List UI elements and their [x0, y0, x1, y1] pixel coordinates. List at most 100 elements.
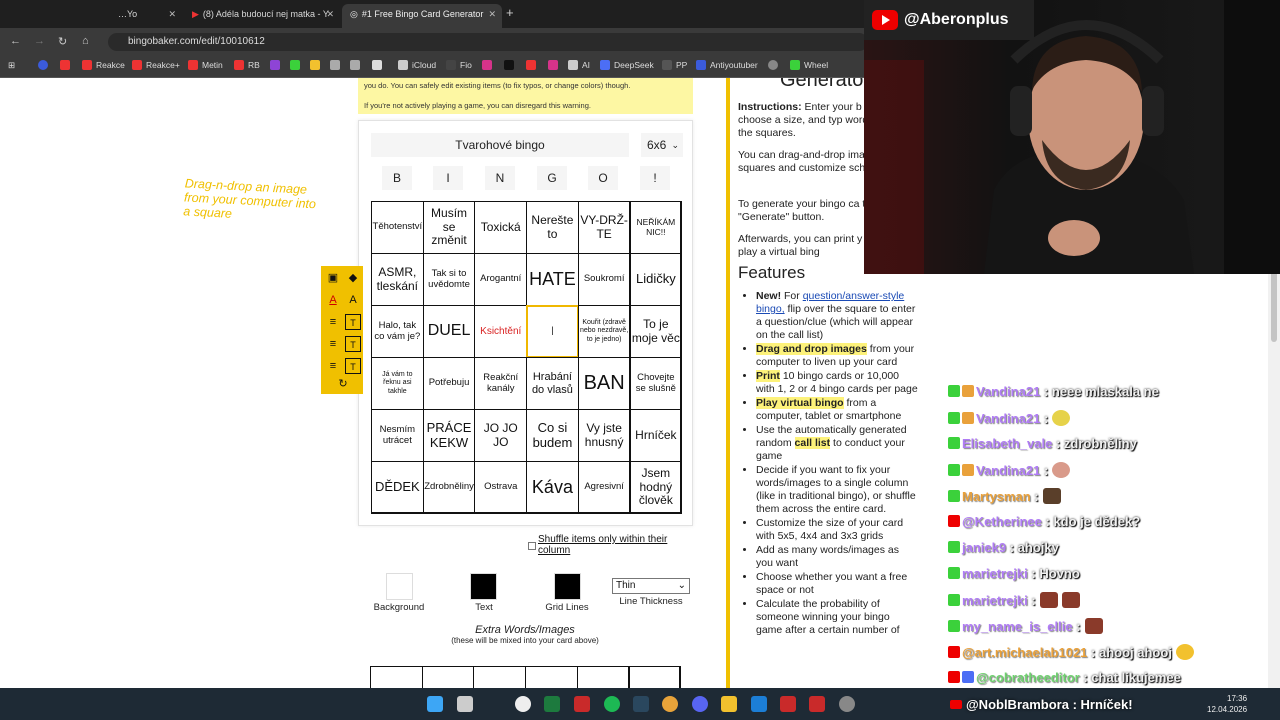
bingo-cell[interactable]: NEŘÍKÁM NIC!!: [629, 201, 683, 254]
bingo-cell[interactable]: ASMR, tleskání: [371, 253, 424, 306]
align-left-icon[interactable]: ≡: [325, 314, 341, 330]
app-icon[interactable]: [780, 696, 796, 712]
bookmark-other-3[interactable]: [372, 60, 386, 70]
align-center-icon[interactable]: ≡: [325, 336, 341, 352]
header-exclaim[interactable]: !: [640, 166, 670, 190]
bingo-cell[interactable]: Potřebuju: [422, 357, 476, 410]
header-g[interactable]: G: [537, 166, 567, 190]
back-icon[interactable]: ←: [10, 35, 21, 47]
bingo-cell[interactable]: HATE: [526, 253, 579, 306]
text-size-large-icon[interactable]: T: [345, 314, 361, 330]
bingo-cell[interactable]: |: [526, 305, 579, 358]
bingo-cell[interactable]: Halo, tak co vám je?: [371, 305, 424, 358]
close-icon[interactable]: ✕: [326, 4, 334, 24]
bookmark-kick[interactable]: [290, 60, 304, 70]
text-size-medium-icon[interactable]: T: [345, 336, 361, 352]
background-color-swatch[interactable]: [386, 573, 413, 600]
shuffle-option[interactable]: Shuffle items only within their column: [528, 534, 700, 556]
bookmark-tiktok[interactable]: [504, 60, 518, 70]
bingo-cell[interactable]: Nesmím utrácet: [371, 409, 424, 462]
bingo-cell[interactable]: Arogantní: [474, 253, 528, 306]
grid-lines-color-swatch[interactable]: [554, 573, 581, 600]
bookmark-instagram[interactable]: [482, 60, 496, 70]
text-color-icon[interactable]: A: [325, 292, 341, 308]
bingo-cell[interactable]: Lidičky: [629, 253, 683, 306]
app-icon[interactable]: [809, 696, 825, 712]
header-o[interactable]: O: [588, 166, 618, 190]
bingo-cell[interactable]: Hrabání do vlasů: [526, 357, 579, 410]
bookmark-icloud[interactable]: iCloud: [398, 60, 436, 70]
fill-color-icon[interactable]: ◆: [345, 270, 361, 286]
shuffle-checkbox[interactable]: [528, 542, 536, 550]
bingo-cell[interactable]: To je moje věc: [629, 305, 683, 358]
bingo-cell[interactable]: BAN: [577, 357, 631, 410]
align-right-icon[interactable]: ≡: [325, 358, 341, 374]
bookmark-twitch[interactable]: [270, 60, 284, 70]
bingo-cell[interactable]: Kouřit (zdravě nebo nezdravě, to je jedn…: [577, 305, 631, 358]
refresh-icon[interactable]: ↻: [335, 376, 351, 392]
bingo-cell[interactable]: Já vám to řeknu asi takhle: [371, 357, 424, 410]
bookmark-drive[interactable]: [310, 60, 324, 70]
bookmark-other-5[interactable]: [548, 60, 562, 70]
bookmark-reakce-plus[interactable]: Reakce+: [132, 60, 180, 70]
bingo-cell[interactable]: Agresivní: [577, 461, 631, 514]
excel-icon[interactable]: [544, 696, 560, 712]
bookmark-facebook[interactable]: [38, 60, 52, 70]
reload-icon[interactable]: ↻: [58, 35, 67, 48]
bingo-cell[interactable]: Toxická: [474, 201, 528, 254]
url-field[interactable]: bingobaker.com/edit/10010612: [108, 33, 868, 51]
app-icon[interactable]: [839, 696, 855, 712]
home-icon[interactable]: ⌂: [82, 35, 89, 47]
apps-icon[interactable]: ⊞: [8, 60, 15, 71]
bookmark-other-6[interactable]: [768, 60, 782, 70]
bingo-cell[interactable]: Tak si to uvědomte: [422, 253, 476, 306]
close-icon[interactable]: ✕: [488, 4, 496, 24]
extra-word-cell[interactable]: [370, 666, 423, 688]
bingo-cell[interactable]: Nerešte to: [526, 201, 579, 254]
bookmark-rb[interactable]: RB: [234, 60, 260, 70]
bookmark-wheel[interactable]: Wheel: [790, 60, 828, 70]
spotify-icon[interactable]: [604, 696, 620, 712]
chrome-icon[interactable]: [662, 696, 678, 712]
bingo-cell[interactable]: Jsem hodný člověk: [629, 461, 683, 514]
text-size-small-icon[interactable]: T: [345, 358, 361, 374]
line-thickness-select[interactable]: Thin ⌄: [612, 578, 690, 594]
edge-icon[interactable]: [751, 696, 767, 712]
bookmark-youtube[interactable]: [60, 60, 74, 70]
bookmark-deepseek[interactable]: DeepSeek: [600, 60, 654, 70]
new-tab-button[interactable]: +: [506, 5, 514, 20]
app-icon[interactable]: [515, 696, 531, 712]
bingo-cell[interactable]: Ostrava: [474, 461, 528, 514]
image-icon[interactable]: ▣: [325, 270, 341, 286]
bookmark-other-4[interactable]: [526, 60, 540, 70]
bingo-cell[interactable]: JO JO JO: [474, 409, 528, 462]
tab-youtube-1[interactable]: …Yo ✕: [110, 4, 182, 28]
folder-icon[interactable]: [721, 696, 737, 712]
bookmark-pp[interactable]: PP: [662, 60, 687, 70]
bingo-cell[interactable]: Těhotenství: [371, 201, 424, 254]
bingo-cell[interactable]: Vy jste hnusný: [577, 409, 631, 462]
discord-icon[interactable]: [692, 696, 708, 712]
font-icon[interactable]: A: [345, 292, 361, 308]
extra-word-cell[interactable]: [421, 666, 475, 688]
bookmark-fio[interactable]: Fio: [446, 60, 472, 70]
extra-word-cell[interactable]: [576, 666, 630, 688]
bookmark-metin[interactable]: Metin: [188, 60, 223, 70]
bookmark-other-2[interactable]: [350, 60, 364, 70]
extra-word-cell[interactable]: [628, 666, 682, 688]
bingo-cell[interactable]: DĚDEK: [371, 461, 424, 514]
bookmark-antiyoutuber[interactable]: Antiyoutuber: [696, 60, 758, 70]
header-n[interactable]: N: [485, 166, 515, 190]
tab-bingo[interactable]: ◎ #1 Free Bingo Card Generator ✕: [342, 4, 502, 28]
forward-icon[interactable]: →: [34, 35, 45, 47]
system-clock[interactable]: 17:36 12.04.2026: [1207, 693, 1247, 715]
extra-word-cell[interactable]: [473, 666, 527, 688]
card-size-select[interactable]: 6x6 ⌄: [641, 133, 683, 157]
card-title-input[interactable]: Tvarohové bingo: [371, 133, 629, 157]
bingo-cell[interactable]: VY-DRŽ-TE: [577, 201, 631, 254]
bingo-cell[interactable]: Káva: [526, 461, 579, 514]
bingo-cell[interactable]: Zdrobněliny: [422, 461, 476, 514]
bingo-cell[interactable]: Chovejte se slušně: [629, 357, 683, 410]
bookmark-other-1[interactable]: [330, 60, 344, 70]
bingo-cell[interactable]: Hrníček: [629, 409, 683, 462]
